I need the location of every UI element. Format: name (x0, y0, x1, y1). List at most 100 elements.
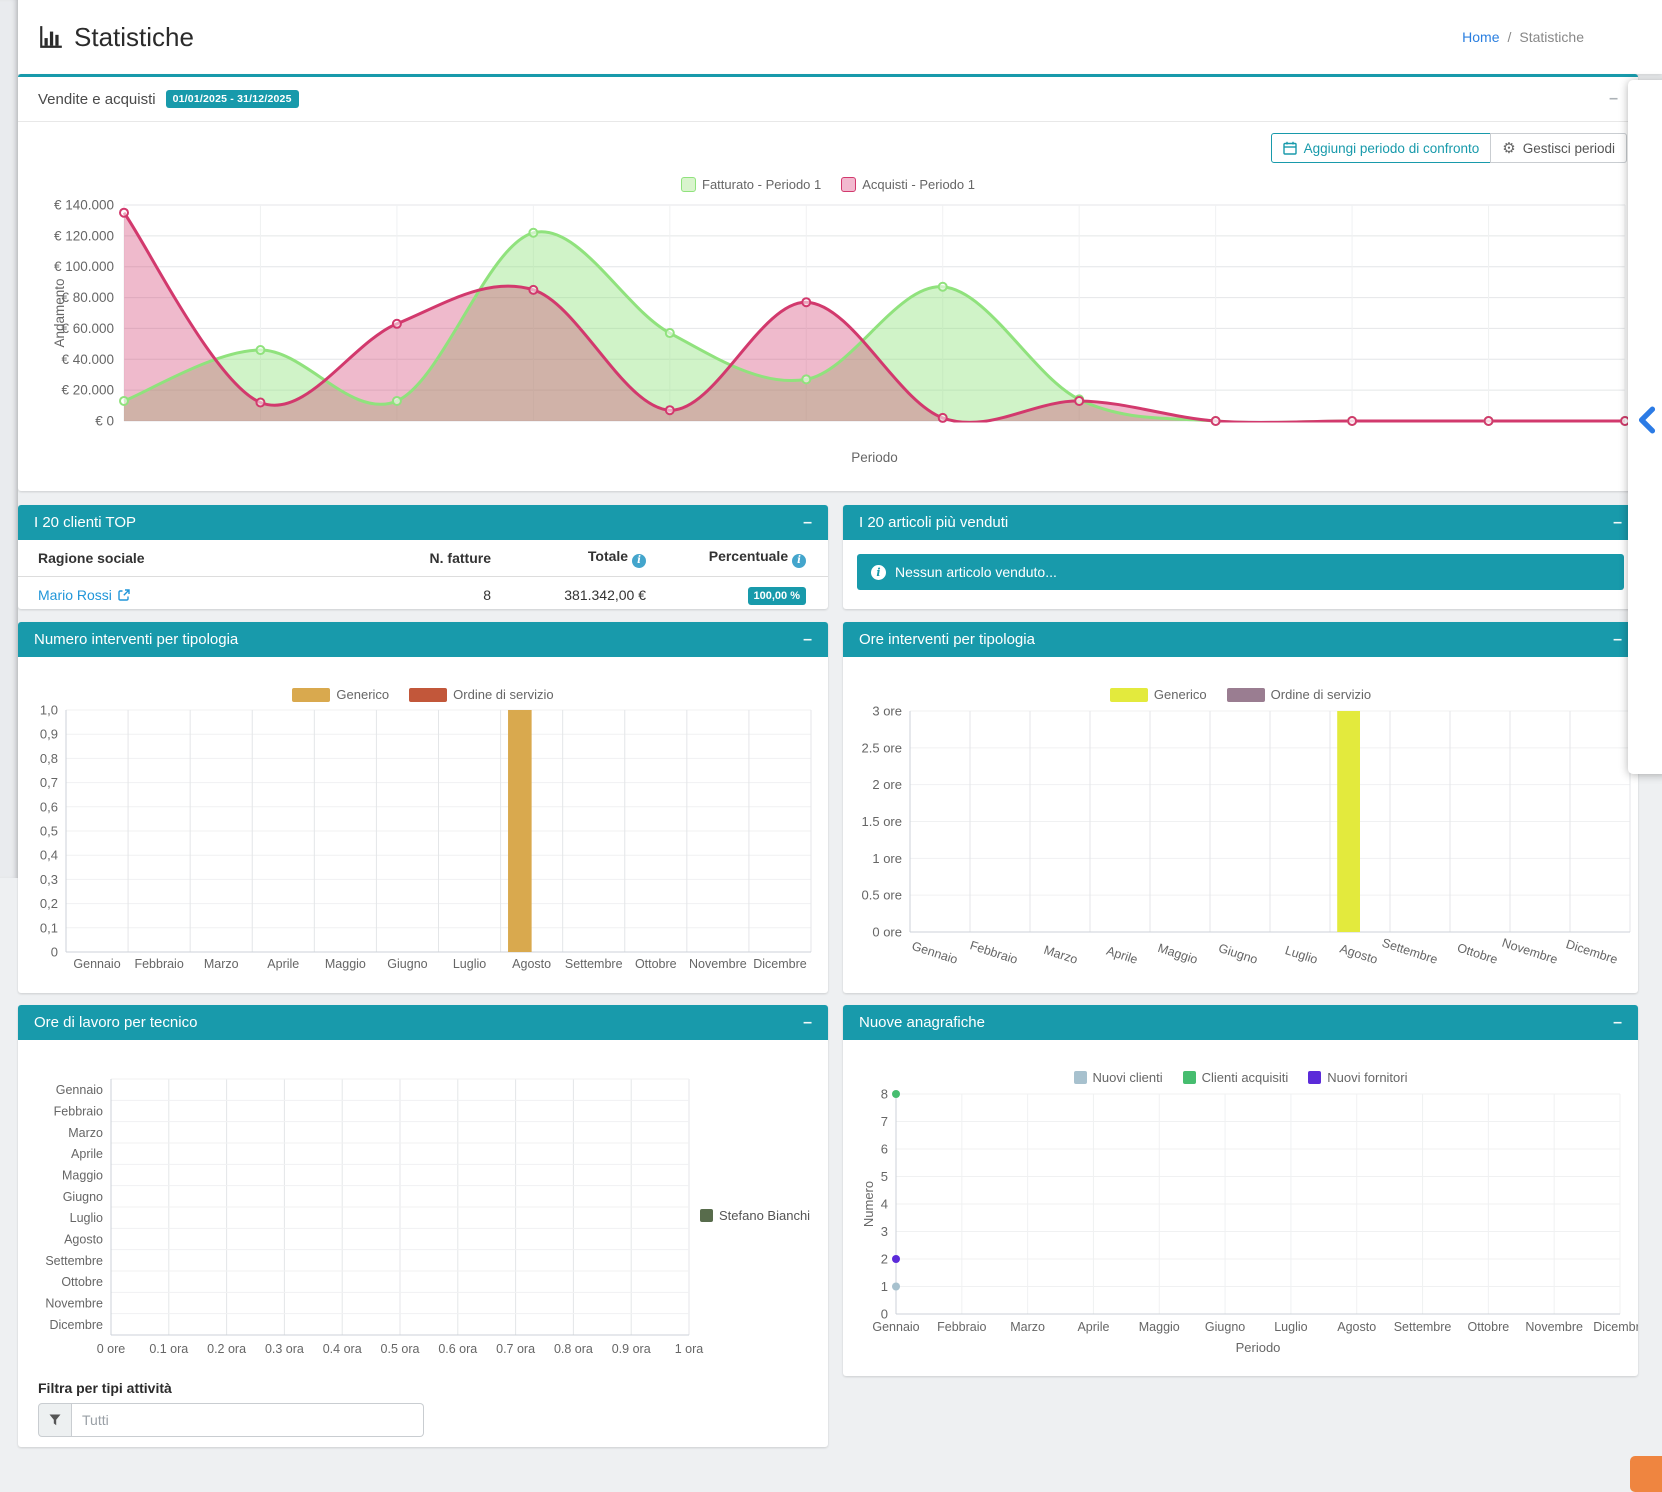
panel-ore-lavoro-title: Ore di lavoro per tecnico (34, 1014, 197, 1031)
add-comparison-period-button[interactable]: Aggiungi periodo di confronto (1271, 133, 1492, 163)
svg-text:€ 120.000: € 120.000 (54, 228, 114, 243)
svg-text:Ottobre: Ottobre (61, 1275, 103, 1289)
svg-text:Aprile: Aprile (1077, 1320, 1109, 1334)
vendite-chart-legend: Fatturato - Periodo 1 Acquisti - Periodo … (18, 177, 1638, 192)
svg-text:0.3 ora: 0.3 ora (265, 1342, 304, 1356)
panel-ore-lavoro-header: Ore di lavoro per tecnico – (18, 1005, 828, 1040)
filter-addon-button[interactable] (38, 1403, 72, 1437)
svg-text:4: 4 (881, 1197, 888, 1212)
expand-drawer-button[interactable] (1637, 406, 1657, 439)
funnel-icon (49, 1414, 61, 1426)
collapsed-left-sidebar-edge[interactable] (0, 0, 18, 878)
svg-text:Maggio: Maggio (62, 1169, 103, 1183)
collapse-panel-button[interactable]: – (1613, 1015, 1622, 1031)
svg-text:Agosto: Agosto (1338, 942, 1379, 967)
svg-text:Periodo: Periodo (851, 450, 898, 465)
svg-text:Novembre: Novembre (1525, 1320, 1583, 1334)
col-percentuale: Percentuale i (666, 540, 828, 576)
svg-text:Aprile: Aprile (267, 957, 299, 971)
panel-vendite-title: Vendite e acquisti (38, 91, 156, 108)
svg-text:1 ora: 1 ora (675, 1342, 704, 1356)
nuove-anagrafiche-chart: 012345678GennaioFebbraioMarzoAprileMaggi… (843, 1083, 1638, 1373)
svg-text:0.5 ora: 0.5 ora (381, 1342, 420, 1356)
info-icon[interactable]: i (632, 554, 646, 568)
collapse-panel-button[interactable]: – (1609, 91, 1618, 107)
svg-text:€ 0: € 0 (95, 414, 114, 429)
floating-action-button[interactable] (1630, 1456, 1662, 1492)
info-icon: i (871, 565, 886, 580)
svg-text:Marzo: Marzo (1010, 1320, 1045, 1334)
svg-text:8: 8 (881, 1087, 888, 1102)
svg-text:Marzo: Marzo (204, 957, 239, 971)
bar-chart-icon (38, 24, 64, 50)
collapse-panel-button[interactable]: – (803, 515, 812, 531)
svg-text:0,4: 0,4 (40, 848, 58, 863)
svg-text:2.5 ore: 2.5 ore (862, 740, 902, 755)
svg-text:0,6: 0,6 (40, 799, 58, 814)
svg-text:Novembre: Novembre (689, 957, 747, 971)
svg-text:Agosto: Agosto (512, 957, 551, 971)
legend-label: Generico (1154, 687, 1207, 702)
col-n-fatture: N. fatture (361, 540, 511, 576)
svg-text:Febbraio: Febbraio (937, 1320, 986, 1334)
legend-item[interactable]: Acquisti - Periodo 1 (841, 177, 975, 192)
breadcrumb-home-link[interactable]: Home (1462, 29, 1499, 45)
panel-clienti-header: I 20 clienti TOP – (18, 505, 828, 540)
legend-item[interactable]: Generico (1110, 687, 1207, 702)
svg-text:1: 1 (881, 1279, 888, 1294)
collapse-panel-button[interactable]: – (803, 632, 812, 648)
svg-text:Ottobre: Ottobre (1455, 941, 1499, 967)
legend-item[interactable]: Stefano Bianchi (700, 1208, 810, 1223)
legend-label: Stefano Bianchi (719, 1208, 810, 1223)
page-title: Statistiche (38, 22, 194, 53)
svg-text:Novembre: Novembre (45, 1297, 103, 1311)
empty-state-alert: i Nessun articolo venduto... (857, 554, 1624, 590)
svg-text:Andamento: Andamento (52, 278, 67, 347)
collapse-panel-button[interactable]: – (1613, 515, 1622, 531)
svg-text:€ 80.000: € 80.000 (61, 290, 114, 305)
gear-icon: ⚙ (1502, 141, 1515, 156)
legend-swatch (1227, 688, 1265, 702)
svg-text:1.5 ore: 1.5 ore (862, 814, 902, 829)
svg-text:2: 2 (881, 1252, 888, 1267)
svg-text:€ 20.000: € 20.000 (61, 383, 114, 398)
svg-text:0,5: 0,5 (40, 824, 58, 839)
ore-lavoro-legend: Stefano Bianchi (700, 1208, 810, 1223)
panel-vendite-header: Vendite e acquisti 01/01/2025 - 31/12/20… (18, 77, 1638, 122)
vendite-acquisti-chart: € 0€ 20.000€ 40.000€ 60.000€ 80.000€ 100… (18, 195, 1638, 480)
breadcrumb: Home / Statistiche (1462, 0, 1584, 74)
panel-nuove-anagrafiche: Nuove anagrafiche – Nuovi clientiClienti… (843, 1005, 1638, 1376)
client-link[interactable]: Mario Rossi (38, 587, 130, 603)
chevron-left-icon (1637, 406, 1657, 434)
legend-label: Generico (336, 687, 389, 702)
svg-text:Gennaio: Gennaio (872, 1320, 919, 1334)
svg-text:Giugno: Giugno (1205, 1320, 1245, 1334)
manage-periods-button[interactable]: ⚙ Gestisci periodi (1490, 133, 1627, 163)
svg-text:Aprile: Aprile (1105, 944, 1140, 967)
svg-text:0 ore: 0 ore (97, 1342, 126, 1356)
legend-item[interactable]: Ordine di servizio (1227, 687, 1371, 702)
svg-text:0.9 ora: 0.9 ora (612, 1342, 651, 1356)
panel-numero-header: Numero interventi per tipologia – (18, 622, 828, 657)
legend-item[interactable]: Generico (292, 687, 389, 702)
collapse-panel-button[interactable]: – (1613, 632, 1622, 648)
legend-item[interactable]: Fatturato - Periodo 1 (681, 177, 821, 192)
svg-text:Febbraio: Febbraio (54, 1105, 103, 1119)
svg-text:0.5 ore: 0.5 ore (862, 888, 902, 903)
svg-text:0,3: 0,3 (40, 872, 58, 887)
calendar-icon (1283, 141, 1297, 155)
info-icon[interactable]: i (792, 554, 806, 568)
svg-text:0,1: 0,1 (40, 920, 58, 935)
svg-text:Numero: Numero (861, 1181, 876, 1227)
legend-item[interactable]: Ordine di servizio (409, 687, 553, 702)
filter-input[interactable] (72, 1403, 424, 1437)
page-title-text: Statistiche (74, 22, 194, 53)
svg-text:Febbraio: Febbraio (968, 938, 1019, 967)
panel-ore-interventi-title: Ore interventi per tipologia (859, 631, 1035, 648)
panel-articoli-header: I 20 articoli più venduti – (843, 505, 1638, 540)
svg-text:Giugno: Giugno (1217, 941, 1260, 967)
panel-ore-lavoro: Ore di lavoro per tecnico – 0 ore0.1 ora… (18, 1005, 828, 1447)
collapse-panel-button[interactable]: – (803, 1015, 812, 1031)
period-date-badge: 01/01/2025 - 31/12/2025 (166, 90, 299, 108)
panel-numero-interventi: Numero interventi per tipologia – Generi… (18, 622, 828, 993)
